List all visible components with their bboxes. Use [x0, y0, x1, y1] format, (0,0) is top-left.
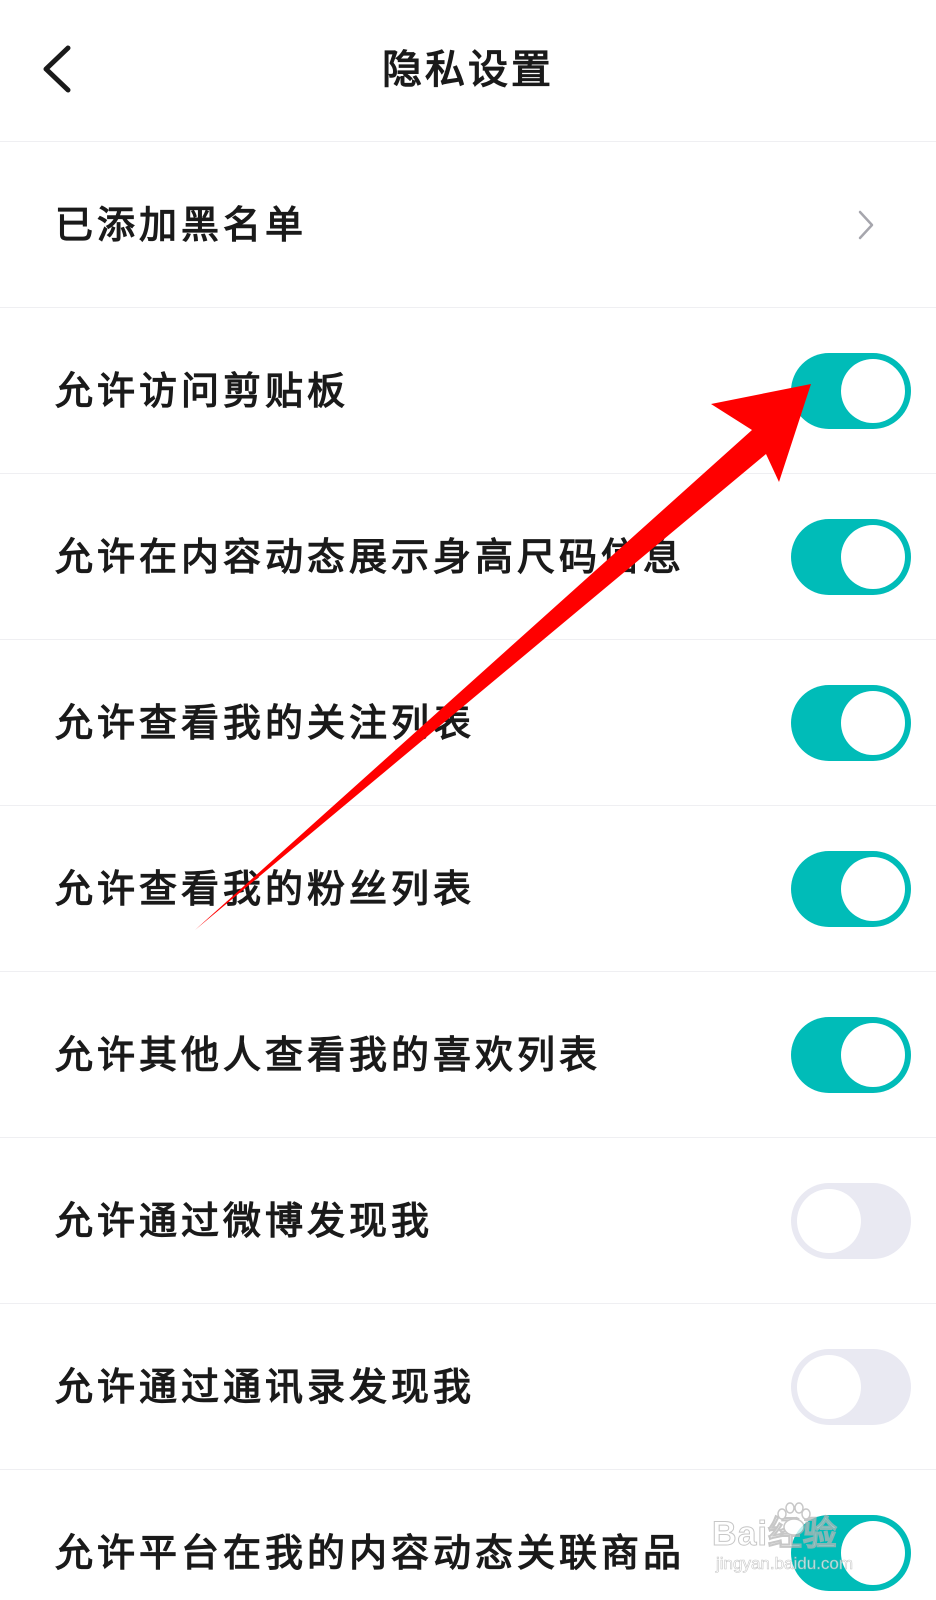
- fans-list-toggle[interactable]: [791, 850, 911, 927]
- likes-list-toggle[interactable]: [791, 1016, 911, 1093]
- setting-label: 允许查看我的粉丝列表: [55, 866, 476, 911]
- setting-row-link-products: 允许平台在我的内容动态关联商品: [0, 1470, 936, 1600]
- setting-label: 允许访问剪贴板: [55, 368, 350, 413]
- toggle-knob: [841, 690, 905, 755]
- setting-label: 允许在内容动态展示身高尺码信息: [55, 534, 686, 579]
- height-size-toggle[interactable]: [791, 518, 911, 595]
- toggle-knob: [841, 1520, 905, 1585]
- weibo-discover-toggle[interactable]: [791, 1182, 911, 1259]
- toggle-knob: [797, 1188, 861, 1253]
- setting-row-weibo-discover: 允许通过微博发现我: [0, 1138, 936, 1304]
- setting-row-following-list: 允许查看我的关注列表: [0, 640, 936, 806]
- chevron-right-icon: [856, 209, 876, 241]
- following-list-toggle[interactable]: [791, 684, 911, 761]
- navigation-bar: 隐私设置: [0, 0, 936, 142]
- setting-label: 允许通过通讯录发现我: [55, 1364, 476, 1409]
- toggle-knob: [841, 1022, 905, 1087]
- setting-row-clipboard: 允许访问剪贴板: [0, 308, 936, 474]
- setting-row-contacts-discover: 允许通过通讯录发现我: [0, 1304, 936, 1470]
- privacy-settings-screen: 隐私设置 已添加黑名单 允许访问剪贴板 允许在内容动态展示身高尺码信息 允许查看…: [0, 0, 936, 1600]
- setting-label: 允许通过微博发现我: [55, 1198, 434, 1243]
- setting-row-fans-list: 允许查看我的粉丝列表: [0, 806, 936, 972]
- toggle-knob: [841, 524, 905, 589]
- toggle-knob: [841, 358, 905, 423]
- page-title: 隐私设置: [382, 47, 554, 93]
- toggle-knob: [797, 1354, 861, 1419]
- setting-label: 允许其他人查看我的喜欢列表: [55, 1032, 602, 1077]
- clipboard-toggle[interactable]: [791, 352, 911, 429]
- setting-row-likes-list: 允许其他人查看我的喜欢列表: [0, 972, 936, 1138]
- contacts-discover-toggle[interactable]: [791, 1348, 911, 1425]
- link-products-toggle[interactable]: [791, 1514, 911, 1591]
- setting-label: 允许平台在我的内容动态关联商品: [55, 1530, 686, 1575]
- settings-list: 已添加黑名单 允许访问剪贴板 允许在内容动态展示身高尺码信息 允许查看我的关注列…: [0, 142, 936, 1600]
- setting-row-height-size: 允许在内容动态展示身高尺码信息: [0, 474, 936, 640]
- setting-row-blacklist[interactable]: 已添加黑名单: [0, 142, 936, 308]
- toggle-knob: [841, 856, 905, 921]
- setting-label: 允许查看我的关注列表: [55, 700, 476, 745]
- setting-label: 已添加黑名单: [55, 202, 308, 247]
